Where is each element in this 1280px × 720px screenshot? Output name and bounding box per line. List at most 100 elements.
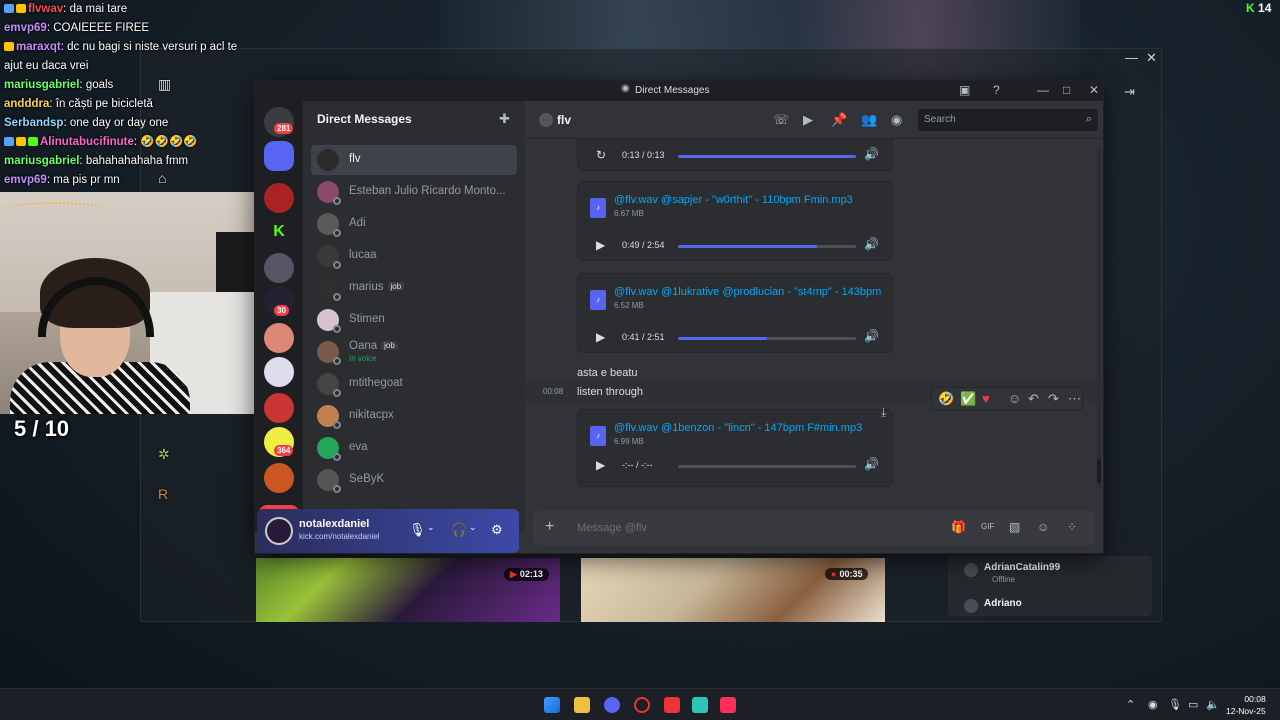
status-indicator xyxy=(333,421,341,429)
server-icon[interactable] xyxy=(264,323,294,353)
collapse-panel-icon[interactable]: ⇥ xyxy=(1124,84,1135,100)
add-friends-icon[interactable]: 👥 xyxy=(861,112,877,128)
dm-item[interactable]: mtithegoat xyxy=(311,369,517,399)
maximize-icon[interactable]: □ xyxy=(1063,83,1070,97)
volume-icon[interactable]: 🔊 xyxy=(864,457,879,471)
system-clock[interactable]: 00:08 12-Nov-25 xyxy=(1226,693,1266,717)
server-icon[interactable] xyxy=(264,183,294,213)
gif-icon[interactable]: GIF xyxy=(981,522,994,531)
minimize-icon[interactable]: — xyxy=(1037,83,1049,97)
dm-item[interactable]: Oana job In voice xyxy=(311,337,517,367)
more-icon[interactable]: ⋯ xyxy=(1068,391,1081,407)
dm-item[interactable]: lucaa xyxy=(311,241,517,271)
audio-progress[interactable] xyxy=(678,245,856,248)
replay-icon[interactable]: ↻ xyxy=(596,148,606,162)
video-icon[interactable]: ▶ xyxy=(803,112,813,128)
emoji-icon[interactable]: ☺ xyxy=(1037,520,1049,534)
discord-tray-icon[interactable]: ◉ xyxy=(1148,698,1158,711)
video-thumbnail[interactable]: ● 00:35 xyxy=(581,558,885,622)
server-icon[interactable] xyxy=(264,463,294,493)
dm-item[interactable]: SeByK xyxy=(311,465,517,495)
chevron-down-icon[interactable]: ⌄ xyxy=(427,522,435,533)
pin-icon[interactable]: 📌 xyxy=(831,112,847,128)
background-close-icon[interactable]: ✕ xyxy=(1146,50,1157,66)
start-icon[interactable] xyxy=(544,697,560,713)
avatar[interactable] xyxy=(265,517,293,545)
download-icon[interactable]: ⤓ xyxy=(881,405,886,420)
dm-item[interactable]: Adi xyxy=(311,209,517,239)
file-explorer-icon[interactable] xyxy=(574,697,590,713)
volume-tray-icon[interactable]: 🔈 xyxy=(1206,698,1220,711)
app-icon[interactable] xyxy=(692,697,708,713)
check-reaction-icon[interactable]: ✅ xyxy=(960,391,976,407)
heart-reaction-icon[interactable]: ♥ xyxy=(982,391,990,406)
opera-icon[interactable] xyxy=(634,697,650,713)
dm-item[interactable]: marius job xyxy=(311,273,517,303)
audio-progress[interactable] xyxy=(678,155,856,158)
video-duration: ● 00:35 xyxy=(825,568,869,580)
dm-item[interactable]: flv xyxy=(311,145,517,175)
server-icon[interactable] xyxy=(264,253,294,283)
call-icon[interactable]: ☏ xyxy=(773,112,789,128)
dm-button[interactable] xyxy=(264,141,294,171)
laugh-reaction-icon[interactable]: 🤣 xyxy=(938,391,954,407)
play-icon[interactable]: ▶ xyxy=(596,458,605,472)
dm-tag: job xyxy=(387,282,405,291)
dm-item[interactable]: Stimen xyxy=(311,305,517,335)
chevron-down-icon[interactable]: ⌄ xyxy=(469,522,477,533)
app-icon[interactable]: ✲ xyxy=(158,446,170,463)
add-reaction-icon[interactable]: ☺ xyxy=(1008,391,1021,406)
new-dm-icon[interactable]: ✚ xyxy=(499,111,510,127)
attach-plus-icon[interactable]: + xyxy=(545,518,554,536)
volume-icon[interactable]: 🔊 xyxy=(864,329,879,343)
search-input[interactable]: Search ⌕ xyxy=(918,109,1098,131)
window-title: Direct Messages xyxy=(635,85,710,96)
forward-icon[interactable]: ↷ xyxy=(1048,391,1059,407)
microphone-tray-icon[interactable]: 🎙 xyxy=(1168,698,1182,711)
file-name[interactable]: @flv.wav @1lukrative @prodlucian - "st4m… xyxy=(614,286,881,298)
microphone-icon[interactable]: 🎙 xyxy=(409,522,426,538)
play-icon[interactable]: ▶ xyxy=(596,238,605,252)
message-composer[interactable]: + Message @flv 🎁 GIF ▧ ☺ ⁘ xyxy=(533,511,1095,545)
apps-icon[interactable]: ⁘ xyxy=(1067,520,1077,534)
volume-icon[interactable]: 🔊 xyxy=(864,147,879,161)
network-icon[interactable]: ▭ xyxy=(1188,698,1198,711)
dm-item[interactable]: nikitacpx xyxy=(311,401,517,431)
gift-icon[interactable]: 🎁 xyxy=(951,520,966,534)
chevron-up-icon[interactable]: ⌃ xyxy=(1126,698,1135,711)
video-thumbnail[interactable]: ▶ 02:13 xyxy=(256,558,560,622)
profile-icon[interactable]: ◉ xyxy=(891,112,902,128)
audio-progress[interactable] xyxy=(678,337,856,340)
scrollbar[interactable] xyxy=(1097,147,1101,487)
app-icon[interactable]: R xyxy=(158,486,168,502)
server-icon[interactable] xyxy=(264,393,294,423)
gear-icon[interactable]: ⚙ xyxy=(491,522,503,538)
dm-item[interactable]: Esteban Julio Ricardo Monto... xyxy=(311,177,517,207)
friend-item[interactable]: Adriano xyxy=(964,598,1022,613)
help-icon[interactable]: ? xyxy=(993,83,1000,97)
audio-progress[interactable] xyxy=(678,465,856,468)
chat-message: maraxqt: dc nu bagi si niste versuri p a… xyxy=(4,41,238,72)
chat-username: Alinutabucifinute xyxy=(40,136,134,148)
webcam-feed xyxy=(0,192,256,414)
kick-server-icon[interactable]: K xyxy=(264,217,294,247)
user-panel[interactable]: notalexdaniel kick.com/notalexdaniel 🎙 ⌄… xyxy=(257,509,519,553)
sticker-icon[interactable]: ▧ xyxy=(1009,520,1020,534)
dm-item[interactable]: eva xyxy=(311,433,517,463)
chat-message: flvwav: da mai tare xyxy=(0,0,256,19)
tiktok-icon[interactable] xyxy=(720,697,736,713)
reply-icon[interactable]: ↶ xyxy=(1028,391,1039,407)
play-icon[interactable]: ▶ xyxy=(596,330,605,344)
app-icon[interactable] xyxy=(664,697,680,713)
volume-icon[interactable]: 🔊 xyxy=(864,237,879,251)
file-name[interactable]: @flv.wav @1benzon - "lincn" - 147bpm F#m… xyxy=(614,422,862,434)
discord-taskbar-icon[interactable] xyxy=(604,697,620,713)
background-minimize-icon[interactable]: — xyxy=(1125,50,1138,65)
inbox-icon[interactable]: ▣ xyxy=(959,83,970,97)
server-icon[interactable] xyxy=(264,357,294,387)
friend-item[interactable]: AdrianCatalin99 Offline xyxy=(964,562,1060,584)
close-icon[interactable]: ✕ xyxy=(1089,83,1099,97)
file-name[interactable]: @flv.wav @sapjer - "w0rthit" - 110bpm Fm… xyxy=(614,194,853,206)
headphones-icon[interactable]: 🎧 xyxy=(451,522,467,538)
audio-file-icon: ♪ xyxy=(590,426,606,446)
